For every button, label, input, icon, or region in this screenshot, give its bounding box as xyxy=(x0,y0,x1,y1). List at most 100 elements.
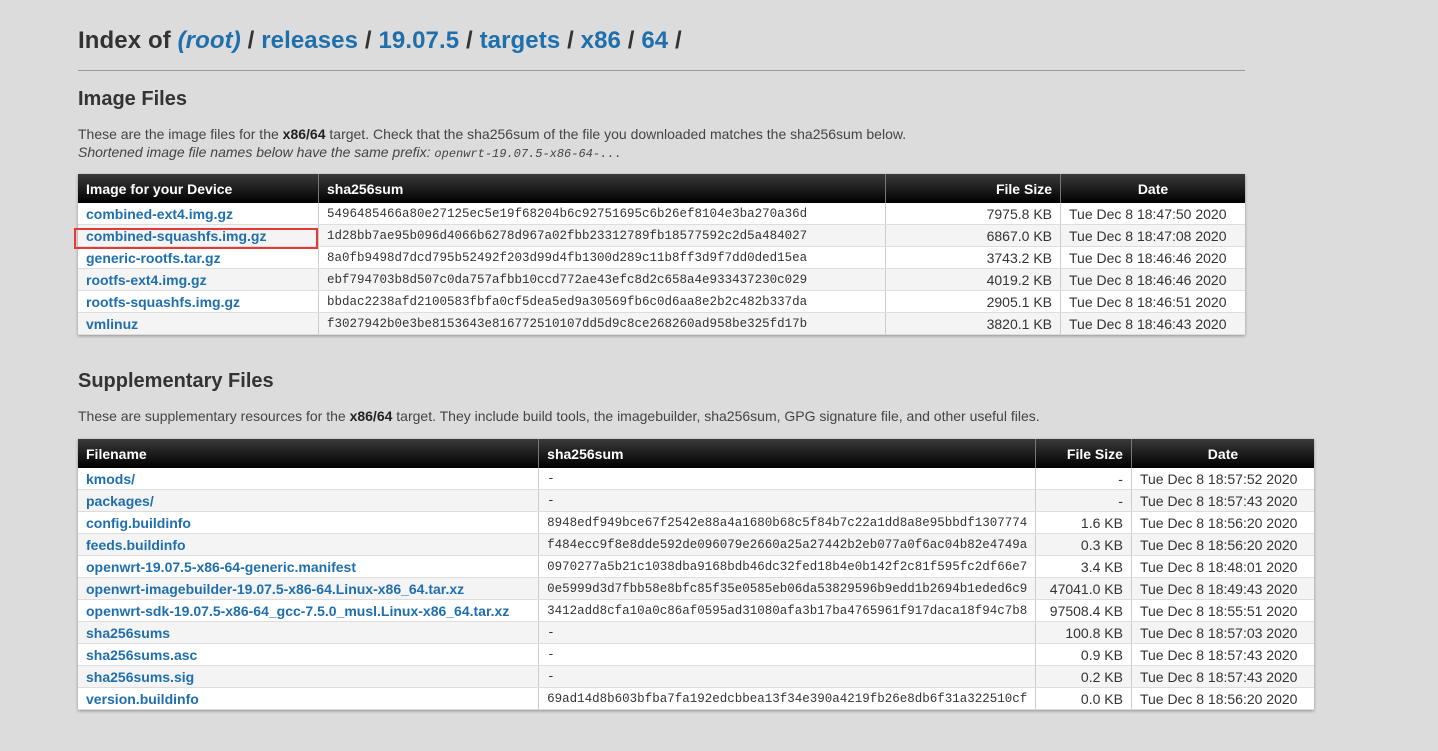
file-size-cell: 97508.4 KB xyxy=(1035,599,1132,622)
file-link[interactable]: openwrt-imagebuilder-19.07.5-x86-64.Linu… xyxy=(86,581,464,597)
date-cell: Tue Dec 8 18:57:43 2020 xyxy=(1131,643,1314,666)
table-header-row: Image for your Device sha256sum File Siz… xyxy=(78,174,1245,203)
image-files-heading: Image Files xyxy=(78,88,187,110)
file-size-cell: 2905.1 KB xyxy=(885,290,1061,313)
filename-cell: sha256sums.sig xyxy=(78,665,540,688)
supp-desc-pre: These are supplementary resources for th… xyxy=(78,408,350,424)
breadcrumb-x86[interactable]: x86 xyxy=(581,27,621,54)
sha256sum-cell: 1d28bb7ae95b096d4066b6278d967a02fbb23312… xyxy=(318,224,886,247)
file-link[interactable]: kmods/ xyxy=(86,471,135,487)
file-link[interactable]: version.buildinfo xyxy=(86,691,199,707)
page-title: Index of (root) / releases / 19.07.5 / t… xyxy=(78,27,682,55)
table-row: vmlinuz f3027942b0e3be8153643e81677251010… xyxy=(78,312,1245,335)
prefix-note: Shortened image file names below have th… xyxy=(78,144,435,160)
file-link[interactable]: combined-squashfs.img.gz xyxy=(86,228,266,244)
filename-cell: kmods/ xyxy=(78,468,540,490)
filename-cell: openwrt-sdk-19.07.5-x86-64_gcc-7.5.0_mus… xyxy=(78,599,540,622)
table-row: openwrt-sdk-19.07.5-x86-64_gcc-7.5.0_mus… xyxy=(78,599,1314,622)
col-header-image[interactable]: Image for your Device xyxy=(78,174,319,203)
date-cell: Tue Dec 8 18:55:51 2020 xyxy=(1131,599,1314,622)
filename-cell: rootfs-ext4.img.gz xyxy=(78,268,319,291)
filename-cell: generic-rootfs.tar.gz xyxy=(78,246,319,269)
filename-cell: openwrt-imagebuilder-19.07.5-x86-64.Linu… xyxy=(78,577,540,600)
col-header-sha256sum[interactable]: sha256sum xyxy=(538,439,1037,468)
file-link[interactable]: generic-rootfs.tar.gz xyxy=(86,250,221,266)
file-link[interactable]: config.buildinfo xyxy=(86,515,191,531)
file-size-cell: 3820.1 KB xyxy=(885,312,1061,335)
file-link[interactable]: openwrt-19.07.5-x86-64-generic.manifest xyxy=(86,559,356,575)
col-header-sha256sum[interactable]: sha256sum xyxy=(318,174,886,203)
table-header-row: Filename sha256sum File Size Date xyxy=(78,439,1314,468)
filename-cell: combined-ext4.img.gz xyxy=(78,203,319,225)
col-header-file-size[interactable]: File Size xyxy=(1035,439,1132,468)
sha256sum-cell: - xyxy=(538,489,1037,512)
date-cell: Tue Dec 8 18:56:20 2020 xyxy=(1131,533,1314,556)
date-cell: Tue Dec 8 18:57:03 2020 xyxy=(1131,621,1314,644)
image-files-description: These are the image files for the x86/64… xyxy=(78,125,906,163)
table-row: rootfs-ext4.img.gz ebf794703b8d507c0da757… xyxy=(78,268,1245,291)
breadcrumb-targets[interactable]: targets xyxy=(480,27,561,54)
image-files-desc-post: target. Check that the sha256sum of the … xyxy=(325,126,907,142)
table-row: generic-rootfs.tar.gz 8a0fb9498d7dcd795b5… xyxy=(78,246,1245,269)
date-cell: Tue Dec 8 18:56:20 2020 xyxy=(1131,687,1314,710)
file-link[interactable]: openwrt-sdk-19.07.5-x86-64_gcc-7.5.0_mus… xyxy=(86,603,509,619)
date-cell: Tue Dec 8 18:47:08 2020 xyxy=(1060,224,1245,247)
breadcrumb-separator: / xyxy=(567,27,574,54)
file-size-cell: 1.6 KB xyxy=(1035,511,1132,534)
image-files-table: Image for your Device sha256sum File Siz… xyxy=(78,174,1245,335)
table-row: combined-ext4.img.gz 5496485466a80e27125e… xyxy=(78,203,1245,225)
file-size-cell: 0.9 KB xyxy=(1035,643,1132,666)
table-row: packages/- - Tue Dec 8 18:57:43 2020 xyxy=(78,489,1314,512)
breadcrumb-64[interactable]: 64 xyxy=(641,27,668,54)
file-link[interactable]: sha256sums.asc xyxy=(86,647,197,663)
sha256sum-cell: 0e5999d3d7fbb58e8bfc85f35e0585eb06da5382… xyxy=(538,577,1037,600)
table-row: feeds.buildinfo f484ecc9f8e8dde592de09607… xyxy=(78,533,1314,556)
sha256sum-cell: 8a0fb9498d7dcd795b52492f203d99d4fb1300d2… xyxy=(318,246,886,269)
date-cell: Tue Dec 8 18:46:43 2020 xyxy=(1060,312,1245,335)
date-cell: Tue Dec 8 18:46:51 2020 xyxy=(1060,290,1245,313)
breadcrumb-root[interactable]: (root) xyxy=(178,27,241,54)
file-size-cell: 47041.0 KB xyxy=(1035,577,1132,600)
date-cell: Tue Dec 8 18:49:43 2020 xyxy=(1131,577,1314,600)
breadcrumb-releases[interactable]: releases xyxy=(261,27,358,54)
col-header-date[interactable]: Date xyxy=(1131,439,1314,468)
file-size-cell: 6867.0 KB xyxy=(885,224,1061,247)
file-link[interactable]: combined-ext4.img.gz xyxy=(86,206,233,222)
supp-desc-target: x86/64 xyxy=(349,408,393,424)
sha256sum-cell: 5496485466a80e27125ec5e19f68204b6c927516… xyxy=(318,203,886,225)
file-link[interactable]: rootfs-squashfs.img.gz xyxy=(86,294,240,310)
date-cell: Tue Dec 8 18:46:46 2020 xyxy=(1060,268,1245,291)
file-link[interactable]: packages/ xyxy=(86,493,154,509)
table-row: kmods/- - Tue Dec 8 18:57:52 2020 xyxy=(78,468,1314,490)
image-files-desc-target: x86/64 xyxy=(282,126,326,142)
sha256sum-cell: 3412add8cfa10a0c86af0595ad31080afa3b17ba… xyxy=(538,599,1037,622)
date-cell: Tue Dec 8 18:46:46 2020 xyxy=(1060,246,1245,269)
file-link[interactable]: rootfs-ext4.img.gz xyxy=(86,272,207,288)
breadcrumb-version[interactable]: 19.07.5 xyxy=(378,27,459,54)
col-header-filename[interactable]: Filename xyxy=(78,439,540,468)
sha256sum-cell: 8948edf949bce67f2542e88a4a1680b68c5f84b7… xyxy=(538,511,1037,534)
file-link[interactable]: feeds.buildinfo xyxy=(86,537,186,553)
table-row: config.buildinfo 8948edf949bce67f2542e88a… xyxy=(78,511,1314,534)
file-size-cell: - xyxy=(1035,468,1132,490)
sha256sum-cell: f3027942b0e3be8153643e816772510107dd5d9c… xyxy=(318,312,886,335)
sha256sum-cell: - xyxy=(538,468,1037,490)
header-divider xyxy=(78,70,1245,71)
sha256sum-cell: - xyxy=(538,665,1037,688)
filename-cell: version.buildinfo xyxy=(78,687,540,710)
file-size-cell: 3743.2 KB xyxy=(885,246,1061,269)
sha256sum-cell: f484ecc9f8e8dde592de096079e2660a25a27442… xyxy=(538,533,1037,556)
file-link[interactable]: sha256sums.sig xyxy=(86,669,194,685)
file-size-cell: 100.8 KB xyxy=(1035,621,1132,644)
col-header-file-size[interactable]: File Size xyxy=(885,174,1061,203)
filename-cell: sha256sums xyxy=(78,621,540,644)
sha256sum-cell: 0970277a5b21c1038dba9168bdb46dc32fed18b4… xyxy=(538,555,1037,578)
file-link[interactable]: vmlinuz xyxy=(86,316,138,332)
table-row: sha256sums -100.8 KB Tue Dec 8 18:57:03 20… xyxy=(78,621,1314,644)
file-size-cell: 0.2 KB xyxy=(1035,665,1132,688)
col-header-date[interactable]: Date xyxy=(1060,174,1245,203)
sha256sum-cell: bbdac2238afd2100583fbfa0cf5dea5ed9a30569… xyxy=(318,290,886,313)
index-of-label: Index of xyxy=(78,27,171,54)
filename-cell: sha256sums.asc xyxy=(78,643,540,666)
file-link[interactable]: sha256sums xyxy=(86,625,170,641)
